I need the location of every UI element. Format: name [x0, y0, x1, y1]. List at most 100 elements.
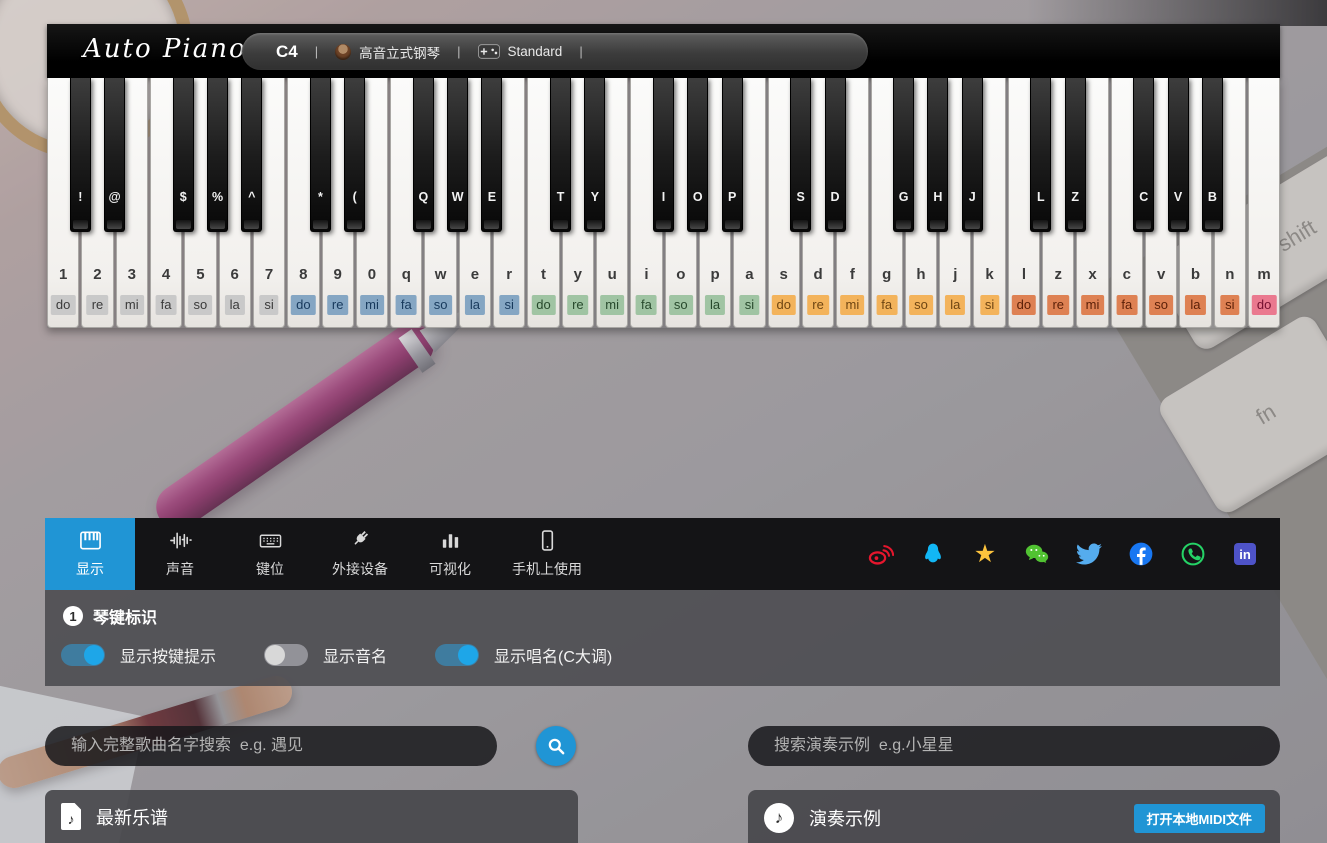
black-key-^[interactable]: ^: [241, 78, 262, 232]
toggle-group: 显示唱名(C大调): [435, 643, 612, 667]
key-binding-label: t: [528, 266, 558, 283]
toggle-switch[interactable]: [61, 644, 105, 666]
key-binding-label: 7: [254, 266, 284, 283]
key-binding-label: H: [928, 190, 947, 204]
whatsapp-icon[interactable]: [1180, 541, 1206, 567]
current-note: C4: [276, 42, 298, 62]
tab-mobile[interactable]: 手机上使用: [495, 518, 599, 590]
tab-display[interactable]: 显示: [45, 518, 135, 590]
key-binding-label: G: [894, 190, 913, 204]
solfa-badge: do: [771, 295, 795, 315]
chart-icon: [439, 529, 462, 552]
key-binding-label: k: [974, 266, 1004, 283]
open-midi-button[interactable]: 打开本地MIDI文件: [1134, 804, 1265, 833]
black-key-G[interactable]: G: [893, 78, 914, 232]
solfa-badge: so: [669, 295, 693, 315]
black-key-*[interactable]: *: [310, 78, 331, 232]
toggle-switch[interactable]: [264, 644, 308, 666]
tabs: 显示声音键位 外接设备可视化 手机上使用: [45, 518, 599, 590]
sheet-search-input[interactable]: [45, 726, 497, 766]
key-binding-label: B: [1203, 190, 1222, 204]
black-key-([interactable]: (: [344, 78, 365, 232]
demo-songs-panel: ♪ 演奏示例 打开本地MIDI文件: [748, 790, 1280, 843]
solfa-badge: la: [705, 295, 725, 315]
solfa-badge: re: [807, 295, 829, 315]
black-key-E[interactable]: E: [481, 78, 502, 232]
latest-sheets-title: 最新乐谱: [96, 804, 168, 830]
black-key-![interactable]: !: [70, 78, 91, 232]
key-binding-label: P: [723, 190, 742, 204]
black-key-$[interactable]: $: [173, 78, 194, 232]
solfa-badge: do: [531, 295, 555, 315]
black-key-Y[interactable]: Y: [584, 78, 605, 232]
black-key-Q[interactable]: Q: [413, 78, 434, 232]
demo-search-input[interactable]: [748, 726, 1280, 766]
black-key-O[interactable]: O: [687, 78, 708, 232]
key-binding-label: E: [482, 190, 501, 204]
black-key-V[interactable]: V: [1168, 78, 1189, 232]
black-key-T[interactable]: T: [550, 78, 571, 232]
toggle-label: 显示按键提示: [120, 643, 216, 667]
wechat-icon[interactable]: [1024, 541, 1050, 567]
piano-keys: 1do2re3mi4fa5so6la7si8do9re0miqfawsoelar…: [47, 78, 1280, 328]
key-binding-label: q: [391, 266, 421, 283]
piano-icon: [79, 529, 102, 552]
key-binding-label: e: [460, 266, 490, 283]
toggle-knob: [458, 645, 478, 665]
key-binding-label: f: [837, 266, 867, 283]
tab-visualization[interactable]: 可视化: [405, 518, 495, 590]
search-button[interactable]: [536, 726, 576, 766]
black-key-S[interactable]: S: [790, 78, 811, 232]
black-key-W[interactable]: W: [447, 78, 468, 232]
black-key-%[interactable]: %: [207, 78, 228, 232]
linkedin-icon[interactable]: in: [1232, 541, 1258, 567]
solfa-badge: la: [465, 295, 485, 315]
toggle-knob: [265, 645, 285, 665]
key-binding-label: @: [105, 190, 124, 204]
black-key-L[interactable]: L: [1030, 78, 1051, 232]
app-logo: Auto Piano: [83, 34, 247, 64]
search-icon: [547, 737, 566, 756]
black-key-P[interactable]: P: [722, 78, 743, 232]
instrument-label[interactable]: 高音立式钢琴: [359, 42, 440, 62]
black-key-H[interactable]: H: [927, 78, 948, 232]
page: shift fn control Auto Piano C4 | 高音立式钢琴 …: [0, 0, 1327, 843]
twitter-icon[interactable]: [1076, 541, 1102, 567]
status-pill[interactable]: C4 | 高音立式钢琴 | Standard |: [242, 33, 868, 70]
qq-icon[interactable]: [920, 541, 946, 567]
solfa-badge: so: [429, 295, 453, 315]
black-key-@[interactable]: @: [104, 78, 125, 232]
black-key-C[interactable]: C: [1133, 78, 1154, 232]
toggle-row: 显示按键提示显示音名显示唱名(C大调): [61, 643, 1280, 667]
black-key-B[interactable]: B: [1202, 78, 1223, 232]
toggle-switch[interactable]: [435, 644, 479, 666]
solfa-badge: re: [1047, 295, 1069, 315]
black-key-Z[interactable]: Z: [1065, 78, 1086, 232]
key-binding-label: 6: [220, 266, 250, 283]
tab-keybindings[interactable]: 键位: [225, 518, 315, 590]
tab-external-devices[interactable]: 外接设备: [315, 518, 405, 590]
tab-sound[interactable]: 声音: [135, 518, 225, 590]
solfa-badge: la: [225, 295, 245, 315]
white-key-m[interactable]: mdo: [1248, 78, 1280, 328]
weibo-icon[interactable]: [868, 541, 894, 567]
black-key-I[interactable]: I: [653, 78, 674, 232]
toggle-label: 显示唱名(C大调): [494, 643, 612, 667]
keyboard-mode-label[interactable]: Standard: [508, 44, 563, 59]
solfa-badge: so: [189, 295, 213, 315]
tab-label: 可视化: [429, 559, 471, 579]
facebook-icon[interactable]: [1128, 541, 1154, 567]
keyboard-icon: [259, 529, 282, 552]
key-binding-label: r: [494, 266, 524, 283]
black-key-J[interactable]: J: [962, 78, 983, 232]
key-binding-label: 9: [323, 266, 353, 283]
key-binding-label: 4: [151, 266, 181, 283]
toggle-knob: [84, 645, 104, 665]
tab-label: 键位: [256, 559, 284, 579]
solfa-badge: do: [291, 295, 315, 315]
solfa-badge: si: [1220, 295, 1239, 315]
key-binding-label: S: [791, 190, 810, 204]
black-key-D[interactable]: D: [825, 78, 846, 232]
piano-topbar: Auto Piano C4 | 高音立式钢琴 | Standard |: [47, 24, 1280, 78]
qzone-icon[interactable]: ★: [972, 541, 998, 567]
